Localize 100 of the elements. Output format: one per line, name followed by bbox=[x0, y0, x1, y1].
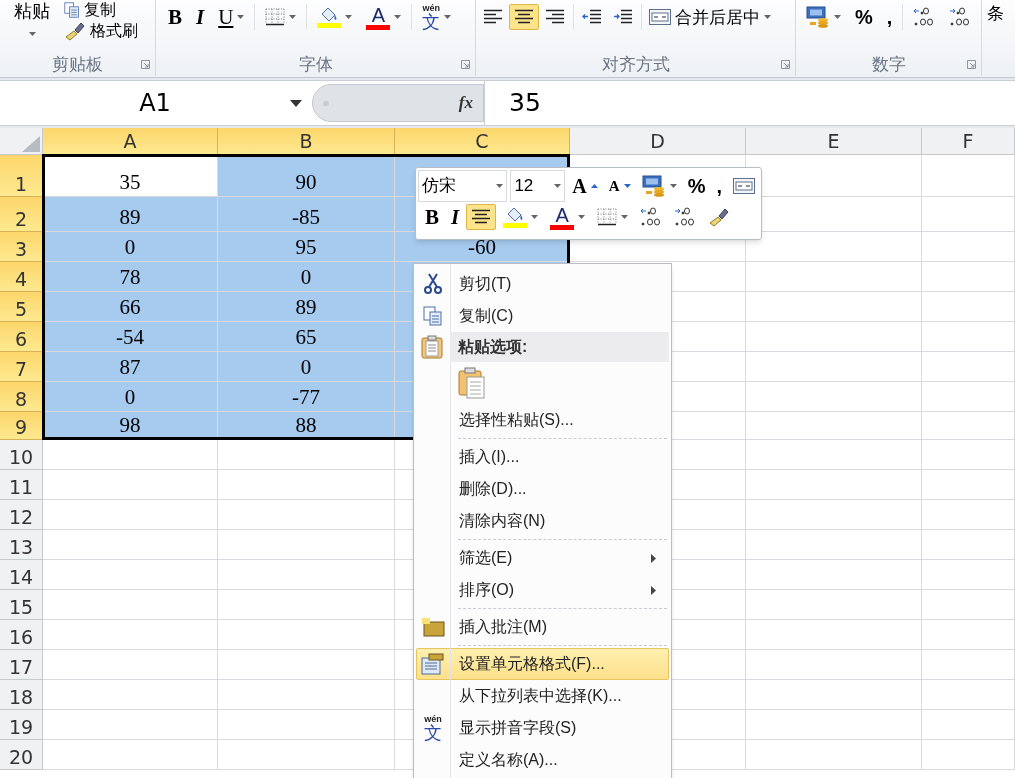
table-cell[interactable] bbox=[746, 262, 922, 292]
copy-button[interactable]: 复制 bbox=[64, 1, 138, 19]
table-cell[interactable] bbox=[746, 412, 922, 440]
number-format-button[interactable]: , bbox=[712, 173, 726, 199]
table-cell[interactable] bbox=[922, 740, 1015, 770]
table-cell[interactable] bbox=[43, 680, 218, 710]
table-cell[interactable] bbox=[218, 440, 395, 470]
row-header[interactable]: 10 bbox=[0, 440, 43, 470]
font-color-button[interactable]: A bbox=[362, 4, 406, 30]
row-header[interactable]: 12 bbox=[0, 500, 43, 530]
format-painter-button[interactable]: 格式刷 bbox=[64, 21, 138, 41]
merge-center-button[interactable]: 合并后居中 bbox=[645, 4, 775, 30]
table-cell[interactable]: 0 bbox=[218, 352, 395, 382]
menu-item[interactable]: 插入批注(M) bbox=[416, 611, 669, 643]
menu-item[interactable]: 清除内容(N) bbox=[416, 505, 669, 537]
formula-input[interactable]: 35 bbox=[484, 81, 1015, 125]
font-color-button[interactable]: A bbox=[545, 204, 591, 230]
row-header[interactable]: 3 bbox=[0, 232, 43, 262]
table-cell[interactable] bbox=[922, 382, 1015, 412]
row-header[interactable]: 20 bbox=[0, 740, 43, 770]
table-cell[interactable] bbox=[746, 440, 922, 470]
table-cell[interactable] bbox=[922, 197, 1015, 232]
table-cell[interactable]: -85 bbox=[218, 197, 395, 232]
table-cell[interactable] bbox=[746, 530, 922, 560]
table-cell[interactable] bbox=[43, 590, 218, 620]
row-header[interactable]: 9 bbox=[0, 412, 43, 440]
column-header[interactable]: B bbox=[218, 128, 395, 154]
table-cell[interactable] bbox=[746, 590, 922, 620]
row-header[interactable]: 11 bbox=[0, 470, 43, 500]
menu-item[interactable]: 设置单元格格式(F)... bbox=[416, 648, 669, 680]
table-cell[interactable] bbox=[218, 530, 395, 560]
row-header[interactable]: 17 bbox=[0, 650, 43, 680]
table-cell[interactable] bbox=[922, 232, 1015, 262]
table-cell[interactable] bbox=[922, 650, 1015, 680]
column-header[interactable]: C bbox=[395, 128, 570, 154]
align-center-button[interactable] bbox=[466, 204, 497, 230]
bold-button[interactable]: B bbox=[420, 204, 444, 230]
table-cell[interactable]: 66 bbox=[43, 292, 218, 322]
table-cell[interactable] bbox=[746, 650, 922, 680]
bold-button[interactable]: B bbox=[164, 4, 186, 30]
table-cell[interactable] bbox=[218, 560, 395, 590]
row-header[interactable]: 13 bbox=[0, 530, 43, 560]
table-cell[interactable]: -77 bbox=[218, 382, 395, 412]
table-cell[interactable] bbox=[43, 470, 218, 500]
table-cell[interactable]: 35 bbox=[43, 155, 218, 197]
table-cell[interactable] bbox=[922, 470, 1015, 500]
table-cell[interactable] bbox=[43, 440, 218, 470]
table-cell[interactable] bbox=[922, 530, 1015, 560]
font-size-field[interactable]: 12 bbox=[510, 170, 566, 202]
table-cell[interactable] bbox=[43, 740, 218, 770]
table-cell[interactable]: -54 bbox=[43, 322, 218, 352]
table-cell[interactable] bbox=[922, 560, 1015, 590]
table-cell[interactable] bbox=[218, 740, 395, 770]
dropdown-icon[interactable] bbox=[290, 99, 302, 107]
table-cell[interactable] bbox=[922, 680, 1015, 710]
dialog-launcher-icon[interactable] bbox=[141, 60, 150, 69]
dialog-launcher-icon[interactable] bbox=[967, 60, 976, 69]
table-cell[interactable] bbox=[922, 412, 1015, 440]
font-name-field[interactable]: 仿宋 bbox=[418, 170, 508, 202]
table-cell[interactable] bbox=[218, 680, 395, 710]
menu-item[interactable]: 剪切(T) bbox=[416, 268, 669, 300]
italic-button[interactable]: I bbox=[192, 4, 209, 30]
table-cell[interactable]: 0 bbox=[218, 262, 395, 292]
dialog-launcher-icon[interactable] bbox=[461, 60, 470, 69]
row-header[interactable]: 1 bbox=[0, 155, 43, 197]
table-cell[interactable] bbox=[218, 710, 395, 740]
menu-item[interactable]: 选择性粘贴(S)... bbox=[416, 404, 669, 436]
table-cell[interactable] bbox=[218, 620, 395, 650]
table-cell[interactable] bbox=[922, 352, 1015, 382]
table-cell[interactable] bbox=[922, 590, 1015, 620]
row-header[interactable]: 14 bbox=[0, 560, 43, 590]
table-cell[interactable]: 0 bbox=[43, 232, 218, 262]
table-cell[interactable] bbox=[43, 560, 218, 590]
grow-font-button[interactable]: A bbox=[568, 173, 602, 199]
column-header[interactable]: F bbox=[922, 128, 1015, 154]
table-cell[interactable] bbox=[922, 322, 1015, 352]
table-cell[interactable] bbox=[218, 650, 395, 680]
table-cell[interactable] bbox=[746, 352, 922, 382]
menu-item[interactable]: 复制(C) bbox=[416, 300, 669, 332]
table-cell[interactable] bbox=[922, 292, 1015, 322]
name-box[interactable]: A1 bbox=[0, 81, 312, 125]
menu-item[interactable]: 删除(D)... bbox=[416, 473, 669, 505]
table-cell[interactable] bbox=[746, 500, 922, 530]
shrink-font-button[interactable]: A bbox=[604, 173, 635, 199]
table-cell[interactable] bbox=[43, 650, 218, 680]
menu-item[interactable]: 排序(O) bbox=[416, 574, 669, 606]
table-cell[interactable] bbox=[746, 680, 922, 710]
table-cell[interactable] bbox=[746, 292, 922, 322]
column-header[interactable]: A bbox=[43, 128, 218, 154]
table-cell[interactable]: 90 bbox=[218, 155, 395, 197]
table-cell[interactable] bbox=[218, 500, 395, 530]
table-cell[interactable] bbox=[218, 590, 395, 620]
number-format-button[interactable]: , bbox=[882, 4, 897, 30]
table-cell[interactable] bbox=[746, 560, 922, 590]
row-header[interactable]: 4 bbox=[0, 262, 43, 292]
table-cell[interactable] bbox=[746, 382, 922, 412]
table-cell[interactable] bbox=[746, 232, 922, 262]
table-cell[interactable] bbox=[746, 322, 922, 352]
number-format-button[interactable]: % bbox=[683, 173, 710, 199]
dialog-launcher-icon[interactable] bbox=[781, 60, 790, 69]
